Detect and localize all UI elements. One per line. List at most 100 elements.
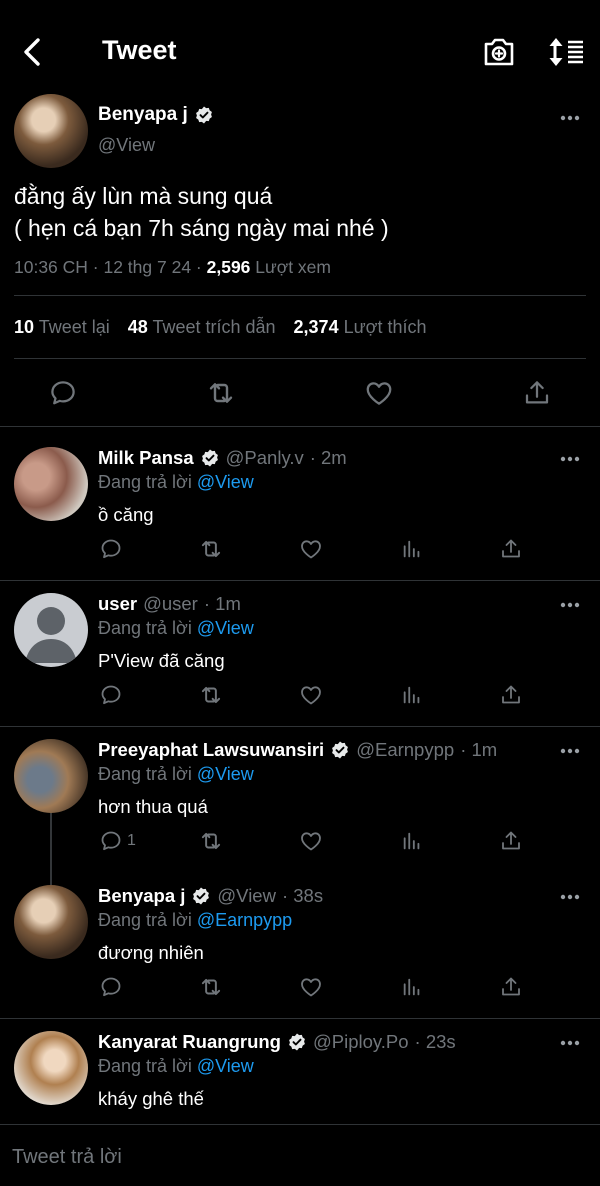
replying-to-label: Đang trả lời: [98, 472, 197, 492]
share-icon[interactable]: [522, 378, 552, 408]
reply-time: · 1m: [460, 739, 498, 760]
reply-icon[interactable]: [99, 829, 123, 853]
tweet-text: đằng ấy lùn mà sung quá ( hẹn cá bạn 7h …: [14, 183, 389, 241]
sort-icon: [549, 38, 583, 66]
camera-plus-icon: [484, 38, 514, 66]
reply-text: đương nhiên: [98, 942, 204, 963]
views-icon[interactable]: [401, 684, 423, 706]
reply-author[interactable]: Benyapa j @View · 38s: [98, 885, 323, 907]
reply-author-handle: @Piploy.Po: [312, 1031, 409, 1052]
reply-actions: [0, 975, 600, 1001]
replying-to-link[interactable]: @View: [197, 618, 254, 638]
author-name[interactable]: Benyapa j: [98, 104, 214, 126]
reply-author-name: Milk Pansa: [98, 447, 194, 468]
like-icon[interactable]: [299, 683, 323, 707]
reply-author-handle: @View: [217, 885, 276, 906]
reply-actions: [0, 537, 600, 563]
retweets-stat[interactable]: 10 Tweet lại: [14, 317, 110, 338]
reply-time: · 2m: [309, 447, 347, 468]
divider: [14, 358, 586, 359]
replying-to-link[interactable]: @View: [197, 1056, 254, 1076]
like-icon[interactable]: [364, 378, 394, 408]
chevron-left-icon: [24, 38, 40, 66]
author-handle[interactable]: @View: [98, 135, 155, 156]
tweet-meta: 10:36 CH · 12 thg 7 24 · 2,596 Lượt xem: [14, 257, 331, 278]
reply-author-name: user: [98, 593, 138, 614]
reply-compose-input[interactable]: Tweet trả lời: [12, 1146, 122, 1169]
reply-author[interactable]: Milk Pansa @Panly.v · 2m: [98, 447, 347, 469]
reply-time: · 1m: [203, 593, 241, 614]
views-label: Lượt xem: [250, 257, 331, 277]
reply-actions: [0, 683, 600, 709]
reply-text: P'View đã căng: [98, 650, 225, 671]
avatar[interactable]: [14, 1031, 88, 1105]
reply-author[interactable]: Kanyarat Ruangrung @Piploy.Po · 23s: [98, 1031, 456, 1053]
more-icon[interactable]: [559, 601, 581, 609]
avatar[interactable]: [14, 739, 88, 813]
reply-author[interactable]: Preeyaphat Lawsuwansiri @Earnpypp · 1m: [98, 739, 497, 761]
avatar[interactable]: [14, 593, 88, 667]
like-icon[interactable]: [299, 537, 323, 561]
reply-author-handle: @Panly.v: [225, 447, 304, 468]
quotes-stat[interactable]: 48 Tweet trích dẫn: [128, 317, 276, 338]
divider: [0, 1018, 600, 1019]
back-button[interactable]: [18, 36, 46, 68]
more-icon[interactable]: [559, 114, 581, 122]
share-icon[interactable]: [499, 683, 523, 707]
avatar[interactable]: [14, 885, 88, 959]
like-icon[interactable]: [299, 975, 323, 999]
retweet-icon[interactable]: [198, 828, 224, 854]
views-icon[interactable]: [401, 830, 423, 852]
verified-icon: [191, 886, 211, 906]
replying-to-link[interactable]: @Earnpypp: [197, 910, 292, 930]
reply-icon[interactable]: [48, 378, 78, 408]
views-icon[interactable]: [401, 976, 423, 998]
default-avatar-icon: [25, 607, 77, 663]
divider: [0, 726, 600, 727]
retweet-icon[interactable]: [205, 377, 237, 409]
avatar[interactable]: [14, 447, 88, 521]
more-icon[interactable]: [559, 747, 581, 755]
reply-icon[interactable]: [99, 975, 123, 999]
replying-to: Đang trả lời @View: [98, 472, 254, 493]
author-name-text: Benyapa j: [98, 104, 188, 125]
reply-icon[interactable]: [99, 537, 123, 561]
likes-count: 2,374: [293, 317, 339, 337]
verified-icon: [194, 105, 214, 125]
tweet-time[interactable]: 10:36 CH · 12 thg 7 24 ·: [14, 257, 207, 277]
share-icon[interactable]: [499, 537, 523, 561]
share-icon[interactable]: [499, 829, 523, 853]
replying-to-label: Đang trả lời: [98, 1056, 197, 1076]
retweet-icon[interactable]: [198, 682, 224, 708]
replying-to: Đang trả lời @View: [98, 618, 254, 639]
more-icon[interactable]: [559, 893, 581, 901]
camera-button[interactable]: [480, 35, 518, 69]
avatar[interactable]: [14, 94, 88, 168]
reply-author-handle: @Earnpypp: [356, 739, 455, 760]
reply-icon[interactable]: [99, 683, 123, 707]
divider: [0, 426, 600, 427]
replying-to-link[interactable]: @View: [197, 472, 254, 492]
reply-actions: 1: [0, 829, 600, 855]
verified-icon: [330, 740, 350, 760]
retweets-label: Tweet lại: [34, 317, 110, 337]
replying-to-link[interactable]: @View: [197, 764, 254, 784]
more-icon[interactable]: [559, 1039, 581, 1047]
retweet-icon[interactable]: [198, 536, 224, 562]
divider: [0, 580, 600, 581]
reply-author[interactable]: user @user · 1m: [98, 593, 241, 615]
reply-author-name: Kanyarat Ruangrung: [98, 1031, 281, 1052]
tweet-actions: [0, 376, 600, 410]
sort-button[interactable]: [546, 35, 586, 69]
like-icon[interactable]: [299, 829, 323, 853]
likes-stat[interactable]: 2,374 Lượt thích: [294, 317, 427, 338]
quotes-count: 48: [127, 317, 148, 337]
top-bar: Tweet: [0, 0, 600, 100]
retweet-icon[interactable]: [198, 974, 224, 1000]
verified-icon: [287, 1032, 307, 1052]
views-icon[interactable]: [401, 538, 423, 560]
share-icon[interactable]: [499, 975, 523, 999]
divider: [0, 1124, 600, 1125]
more-icon[interactable]: [559, 455, 581, 463]
views-count: 2,596: [206, 257, 251, 277]
